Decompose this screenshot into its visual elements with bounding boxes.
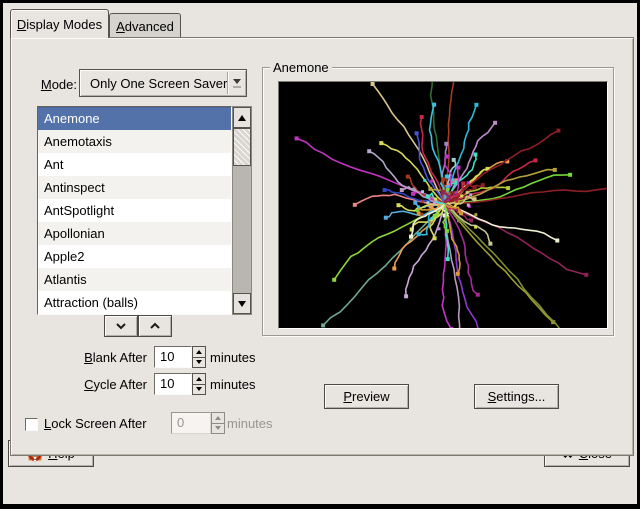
down-triangle-icon: [238, 301, 246, 307]
scrollbar-up-button[interactable]: [233, 107, 251, 128]
spin-down-button[interactable]: [192, 358, 206, 369]
previous-saver-button[interactable]: [138, 315, 172, 337]
list-scrollbar[interactable]: [232, 106, 252, 315]
display-modes-page: Mode: Only One Screen Saver AnemoneAnemo…: [10, 37, 634, 456]
up-triangle-icon: [238, 115, 246, 121]
preview-groupbox: Anemone: [262, 67, 614, 336]
cycle-after-spinner: [192, 373, 206, 395]
spin-down-icon: [196, 387, 202, 391]
list-item[interactable]: Anemotaxis: [38, 130, 231, 153]
lock-after-input: 0: [171, 412, 211, 434]
mode-dropdown-value: Only One Screen Saver: [80, 76, 227, 91]
blank-after-input[interactable]: 10: [154, 346, 192, 368]
lock-screen-checkbox[interactable]: [25, 418, 38, 431]
list-item[interactable]: AntSpotlight: [38, 199, 231, 222]
list-item[interactable]: Apple2: [38, 245, 231, 268]
tab-advanced[interactable]: Advanced: [109, 13, 181, 38]
blank-after-spinner: [192, 346, 206, 368]
screensaver-list: AnemoneAnemotaxisAntAntinspectAntSpotlig…: [37, 106, 232, 315]
mode-label: Mode:: [23, 77, 77, 92]
chevron-down-icon: [115, 322, 127, 330]
spin-up-button: [211, 412, 225, 424]
scrollbar-down-button[interactable]: [233, 293, 251, 314]
spin-down-button[interactable]: [192, 385, 206, 396]
preview-button-label: Preview: [343, 389, 389, 404]
list-item[interactable]: Anemone: [38, 107, 231, 130]
blank-after-unit: minutes: [210, 350, 256, 365]
next-saver-button[interactable]: [104, 315, 138, 337]
preview-frame: [278, 81, 608, 329]
preview-group-title: Anemone: [270, 60, 332, 75]
list-item[interactable]: Apollonian: [38, 222, 231, 245]
lock-after-unit: minutes: [227, 416, 273, 431]
tab-advanced-label: Advanced: [116, 19, 174, 34]
cycle-after-unit: minutes: [210, 377, 256, 392]
settings-button-label: Settings...: [488, 389, 546, 404]
anemone-preview: [279, 82, 607, 328]
settings-button[interactable]: Settings...: [474, 384, 559, 409]
preview-button[interactable]: Preview: [324, 384, 409, 409]
spin-down-button: [211, 424, 225, 435]
spin-up-icon: [215, 416, 221, 420]
list-item[interactable]: Attraction (balls): [38, 291, 231, 314]
spin-up-button[interactable]: [192, 346, 206, 358]
screensaver-preferences-window: Display Modes Advanced Mode: Only One Sc…: [0, 0, 640, 509]
blank-after-label: Blank After: [34, 350, 147, 365]
spin-down-icon: [196, 360, 202, 364]
chevron-up-icon: [149, 322, 161, 330]
dropdown-arrow-icon: [228, 79, 246, 88]
spin-down-icon: [215, 426, 221, 430]
cycle-after-label: Cycle After: [34, 377, 147, 392]
tab-display-modes-label: Display Modes: [17, 17, 102, 32]
list-item[interactable]: Antinspect: [38, 176, 231, 199]
spin-up-icon: [196, 350, 202, 354]
spin-up-icon: [196, 377, 202, 381]
list-item[interactable]: Ant: [38, 153, 231, 176]
spin-up-button[interactable]: [192, 373, 206, 385]
list-item[interactable]: Atlantis: [38, 268, 231, 291]
tab-display-modes[interactable]: Display Modes: [10, 9, 109, 38]
lock-screen-label: Lock Screen After: [44, 416, 147, 431]
scrollbar-thumb[interactable]: [233, 128, 251, 166]
cycle-after-input[interactable]: 10: [154, 373, 192, 395]
lock-after-spinner: [211, 412, 225, 434]
mode-dropdown[interactable]: Only One Screen Saver: [79, 69, 247, 97]
